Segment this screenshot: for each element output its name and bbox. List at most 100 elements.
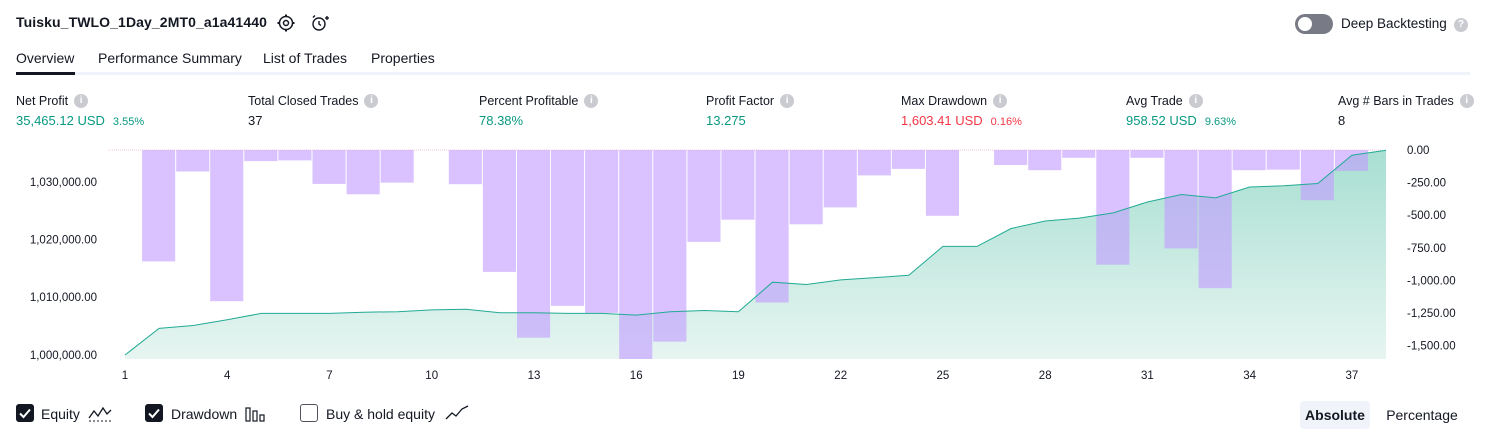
stat-value-text: 1,603.41 USD [901, 113, 983, 128]
right-axis-tick: -1,000.00 [1407, 275, 1456, 287]
drawdown-bar [517, 150, 551, 338]
drawdown-bar [789, 150, 823, 225]
stat-label-text: Profit Factor [706, 94, 775, 108]
buy-hold-legend-label: Buy & hold equity [326, 406, 435, 422]
drawdown-bar [448, 150, 482, 185]
total-closed-trades-label: Total Closed Trades i [248, 94, 379, 108]
info-icon[interactable]: i [1459, 94, 1474, 108]
drawdown-bar [278, 150, 312, 161]
stat-value-text: 35,465.12 USD [16, 113, 105, 128]
help-icon[interactable]: ? [1454, 18, 1468, 32]
drawdown-bar [891, 150, 925, 169]
drawdown-bar [482, 150, 516, 272]
drawdown-bar [210, 150, 244, 302]
active-tab-indicator [16, 72, 75, 75]
info-icon[interactable]: i [1188, 94, 1203, 108]
drawdown-bar [585, 150, 619, 313]
stat-percent: 9.63% [1204, 116, 1237, 128]
drawdown-bar [1130, 150, 1164, 158]
stat-percent: 0.16% [990, 116, 1022, 128]
right-axis-tick: -750.00 [1407, 243, 1446, 255]
x-axis-tick: 25 [937, 370, 950, 380]
avg-trade-label: Avg Trade i [1126, 94, 1203, 108]
stat-label-text: Avg # Bars in Trades [1338, 94, 1454, 108]
add-alert-icon[interactable] [309, 12, 331, 34]
stat-value-text: 958.52 USD [1126, 113, 1197, 128]
strategy-title: Tuisku_TWLO_1Day_2MT0_a1a41440 [16, 14, 267, 30]
drawdown-bar [1164, 150, 1198, 249]
x-axis-tick: 16 [630, 370, 643, 380]
x-axis-tick: 34 [1243, 370, 1256, 380]
deep-backtesting-label: Deep Backtesting [1341, 16, 1447, 31]
percentage-button[interactable]: Percentage [1380, 401, 1464, 429]
buy-hold-checkbox[interactable] [300, 404, 318, 422]
drawdown-bar [721, 150, 755, 220]
net-profit-label: Net Profit i [16, 94, 89, 108]
x-axis-tick: 37 [1346, 370, 1359, 380]
stat-label-text: Avg Trade [1126, 94, 1183, 108]
info-icon[interactable]: i [74, 94, 89, 108]
stat-label-text: Net Profit [16, 94, 69, 108]
drawdown-bar [619, 150, 653, 359]
drawdown-bar [857, 150, 891, 176]
drawdown-bar [312, 150, 346, 184]
right-axis-tick: -1,250.00 [1407, 308, 1456, 320]
drawdown-bar [1232, 150, 1266, 171]
profit-factor-label: Profit Factor i [706, 94, 795, 108]
drawdown-checkbox[interactable] [145, 404, 163, 422]
info-icon[interactable]: i [584, 94, 599, 108]
stat-percent: 3.55% [112, 116, 145, 128]
net-profit-value: 35,465.12 USD 3.55% [16, 113, 144, 128]
drawdown-bars-icon [244, 402, 268, 429]
drawdown-bar [244, 150, 278, 162]
x-axis-tick: 7 [326, 370, 332, 380]
info-icon[interactable]: i [993, 94, 1008, 108]
x-axis-tick: 28 [1039, 370, 1052, 380]
absolute-button[interactable]: Absolute [1300, 401, 1370, 429]
left-axis-tick: 1,020,000.00 [30, 235, 97, 247]
right-axis-tick: -500.00 [1407, 210, 1446, 222]
x-axis-tick: 19 [732, 370, 745, 380]
drawdown-bar [755, 150, 789, 303]
drawdown-bar [1198, 150, 1232, 289]
profit-factor-value: 13.275 [706, 113, 746, 128]
tab-overview[interactable]: Overview [16, 50, 74, 74]
left-axis-tick: 1,010,000.00 [30, 292, 97, 304]
drawdown-bar [1300, 150, 1334, 201]
left-axis-tick: 1,030,000.00 [30, 177, 97, 189]
drawdown-bar [1062, 150, 1096, 158]
settings-icon[interactable] [275, 12, 297, 34]
right-axis-tick: -250.00 [1407, 178, 1446, 190]
drawdown-bar [551, 150, 585, 306]
drawdown-bar [380, 150, 414, 183]
deep-backtesting-toggle[interactable] [1295, 14, 1333, 34]
info-icon[interactable]: i [780, 94, 795, 108]
tab-list-of-trades[interactable]: List of Trades [263, 50, 347, 74]
drawdown-bar [1096, 150, 1130, 265]
drawdown-bar [1028, 150, 1062, 171]
drawdown-bar [823, 150, 857, 208]
right-axis-tick: 0.00 [1407, 145, 1429, 157]
drawdown-bar [994, 150, 1028, 165]
equity-checkbox[interactable] [16, 404, 34, 422]
drawdown-bar [687, 150, 721, 242]
tab-performance-summary[interactable]: Performance Summary [98, 50, 242, 74]
stat-label-text: Total Closed Trades [248, 94, 359, 108]
drawdown-bar [346, 150, 380, 195]
stat-label-text: Max Drawdown [901, 94, 988, 108]
x-axis-tick: 4 [224, 370, 231, 380]
left-axis-tick: 1,000,000.00 [30, 350, 97, 362]
stat-value-text: 8 [1338, 113, 1346, 128]
x-axis-tick: 1 [122, 370, 128, 380]
percent-profitable-label: Percent Profitable i [479, 94, 599, 108]
avg-bars-in-trades-value: 8 [1338, 113, 1345, 128]
avg-trade-value: 958.52 USD 9.63% [1126, 113, 1236, 128]
x-axis-tick: 10 [425, 370, 438, 380]
buy-hold-line-icon [445, 402, 469, 429]
x-axis-tick: 22 [834, 370, 847, 380]
max-drawdown-value: 1,603.41 USD 0.16% [901, 113, 1022, 128]
total-closed-trades-value: 37 [248, 113, 262, 128]
tab-properties[interactable]: Properties [371, 50, 435, 74]
stat-value-text: 13.275 [706, 113, 746, 128]
info-icon[interactable]: i [364, 94, 379, 108]
